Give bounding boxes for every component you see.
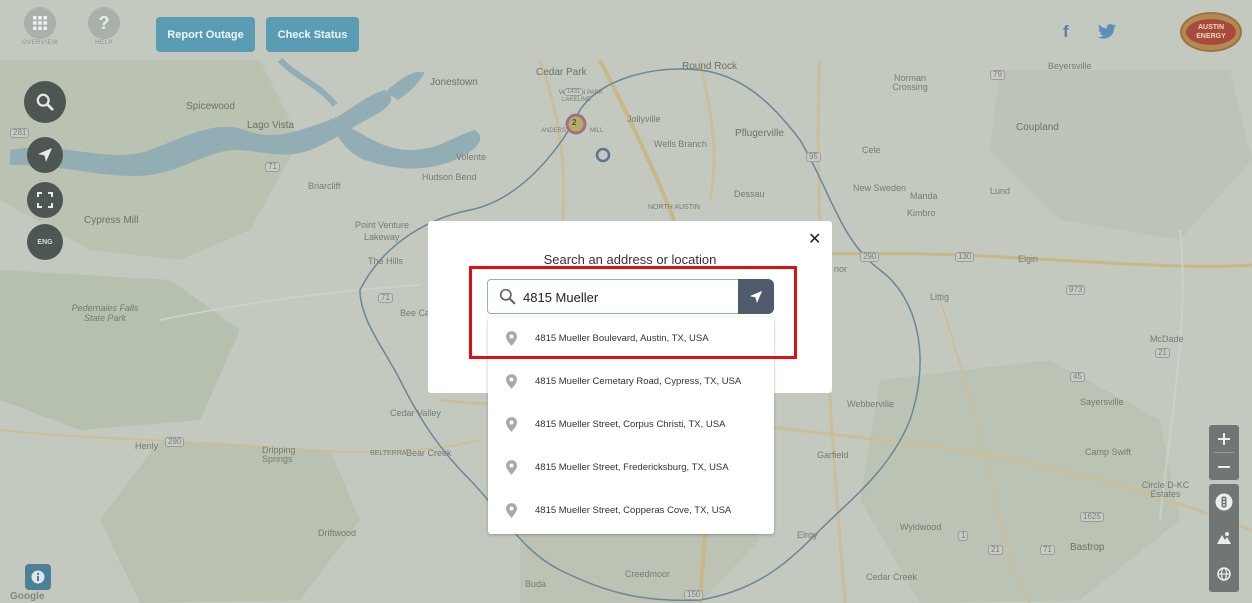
zoom-in-button[interactable] <box>1209 425 1239 452</box>
logo-line-1: AUSTIN <box>1197 24 1225 31</box>
my-location-button[interactable] <box>27 137 63 173</box>
search-icon <box>499 288 516 310</box>
zoom-controls <box>1209 425 1239 480</box>
suggestion-text: 4815 Mueller Boulevard, Austin, TX, USA <box>535 333 709 344</box>
language-label: ENG <box>37 238 53 246</box>
check-status-button[interactable]: Check Status <box>266 17 359 52</box>
suggestion-item[interactable]: 4815 Mueller Street, Corpus Christi, TX,… <box>488 403 774 446</box>
twitter-icon[interactable] <box>1098 24 1116 44</box>
help-button[interactable]: ? HELP <box>85 7 123 46</box>
suggestion-item[interactable]: 4815 Mueller Street, Fredericksburg, TX,… <box>488 446 774 489</box>
google-attribution: Google <box>10 591 45 602</box>
austin-energy-logo[interactable]: AUSTIN ENERGY <box>1180 12 1242 52</box>
fullscreen-button[interactable] <box>27 182 63 218</box>
traffic-layer-button[interactable] <box>1209 484 1239 520</box>
use-current-location-button[interactable] <box>738 279 774 314</box>
plus-icon <box>1218 432 1230 445</box>
modal-title: Search an address or location <box>543 252 717 267</box>
suggestion-item[interactable]: 4815 Mueller Street, Copperas Cove, TX, … <box>488 489 774 532</box>
logo-line-2: ENERGY <box>1196 33 1226 40</box>
map-pin-icon <box>506 460 518 475</box>
overview-button[interactable]: OVERVIEW <box>21 7 59 46</box>
map-pin-icon <box>506 331 518 346</box>
search-map-button[interactable] <box>24 81 66 123</box>
question-icon: ? <box>88 7 120 39</box>
suggestion-text: 4815 Mueller Cemetary Road, Cypress, TX,… <box>535 376 742 387</box>
search-icon <box>36 93 54 111</box>
map-pin-icon <box>506 503 518 518</box>
info-button[interactable] <box>25 564 51 590</box>
map-pin-icon <box>506 374 518 389</box>
top-bar: OVERVIEW ? HELP Report Outage Check Stat… <box>0 0 1252 58</box>
facebook-icon[interactable]: f <box>1063 22 1069 42</box>
info-icon <box>31 570 45 584</box>
suggestion-text: 4815 Mueller Street, Fredericksburg, TX,… <box>535 462 729 473</box>
grid-icon <box>24 7 56 39</box>
suggestion-text: 4815 Mueller Street, Copperas Cove, TX, … <box>535 505 732 516</box>
search-field[interactable] <box>487 279 738 314</box>
terrain-layer-button[interactable] <box>1209 520 1239 556</box>
suggestion-list: 4815 Mueller Boulevard, Austin, TX, USA … <box>488 317 774 534</box>
language-button[interactable]: ENG <box>27 224 63 260</box>
help-label: HELP <box>95 40 113 46</box>
map-layers-icon <box>1217 532 1231 544</box>
suggestion-item[interactable]: 4815 Mueller Boulevard, Austin, TX, USA <box>488 317 774 360</box>
navigation-arrow-icon <box>749 290 763 303</box>
globe-icon <box>1217 567 1231 581</box>
overview-label: OVERVIEW <box>21 40 59 46</box>
layer-controls <box>1209 484 1239 592</box>
satellite-layer-button[interactable] <box>1209 556 1239 592</box>
suggestion-item[interactable]: 4815 Mueller Cemetary Road, Cypress, TX,… <box>488 360 774 403</box>
fullscreen-icon <box>37 192 53 208</box>
zoom-out-button[interactable] <box>1209 453 1239 480</box>
close-icon[interactable]: ✕ <box>808 229 821 249</box>
map-pin-icon <box>506 417 518 432</box>
suggestion-text: 4815 Mueller Street, Corpus Christi, TX,… <box>535 419 726 430</box>
traffic-light-icon <box>1215 493 1233 511</box>
navigation-arrow-icon <box>38 148 52 162</box>
search-input[interactable] <box>523 286 733 308</box>
minus-icon <box>1218 465 1230 468</box>
report-outage-button[interactable]: Report Outage <box>156 17 255 52</box>
